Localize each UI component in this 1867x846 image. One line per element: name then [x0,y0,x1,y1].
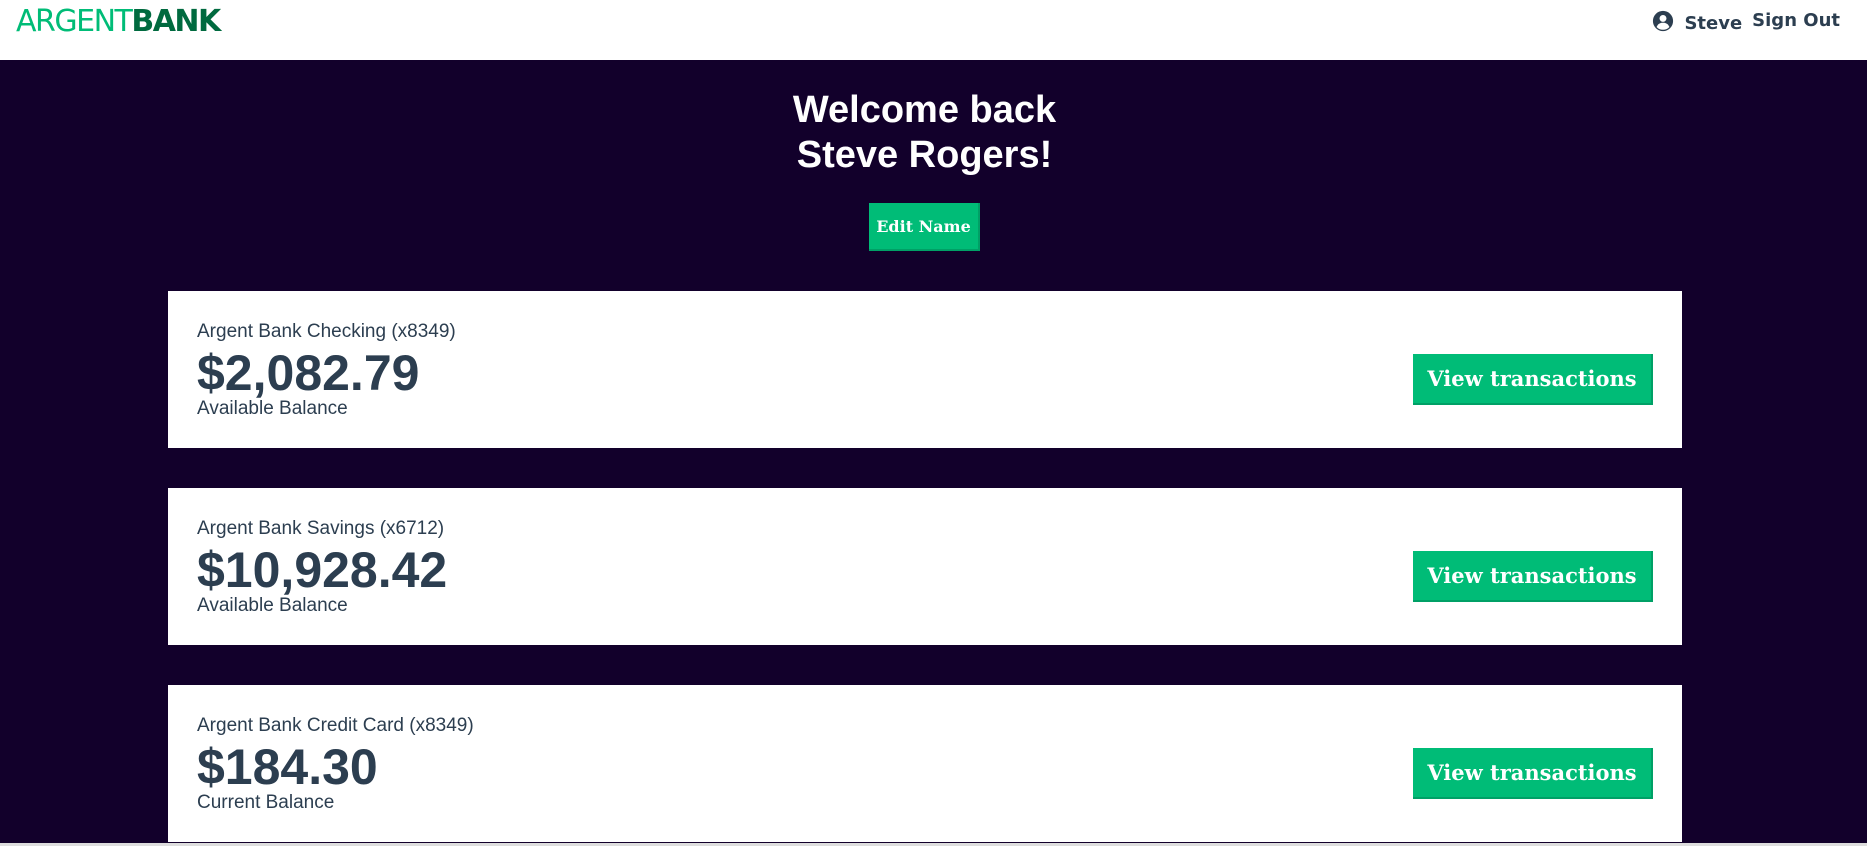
welcome-title: Welcome back Steve Rogers! [0,88,1849,178]
main-nav: ARGENTBANK Steve Sign Out [0,0,1867,60]
nav-user-area: Steve Sign Out [1652,8,1840,34]
account-amount-description: Current Balance [197,792,335,813]
view-transactions-button[interactable]: View transactions [1413,354,1653,405]
edit-name-button[interactable]: Edit Name [869,203,980,251]
account-credit-card: Argent Bank Credit Card (x8349) $184.30 … [168,685,1682,842]
account-amount-description: Available Balance [197,595,348,616]
account-title: Argent Bank Savings (x6712) [197,518,445,539]
account-amount: $184.30 [197,739,378,795]
nav-user-link[interactable]: Steve [1684,13,1742,34]
logo-argent-text: ARGENT [16,4,133,39]
sign-out-link[interactable]: Sign Out [1752,10,1840,31]
welcome-user-name: Steve Rogers! [796,134,1053,176]
account-title: Argent Bank Checking (x8349) [197,321,456,342]
welcome-header: Welcome back Steve Rogers! Edit Name [0,88,1849,251]
account-savings: Argent Bank Savings (x6712) $10,928.42 A… [168,488,1682,645]
account-amount: $2,082.79 [197,345,420,401]
welcome-line-1: Welcome back [792,89,1057,131]
account-title: Argent Bank Credit Card (x8349) [197,715,474,736]
user-circle-icon[interactable] [1652,10,1674,32]
view-transactions-button[interactable]: View transactions [1413,748,1653,799]
view-transactions-button[interactable]: View transactions [1413,551,1653,602]
account-amount-description: Available Balance [197,398,348,419]
account-amount: $10,928.42 [197,542,448,598]
argent-bank-logo[interactable]: ARGENTBANK [16,4,221,40]
account-checking: Argent Bank Checking (x8349) $2,082.79 A… [168,291,1682,448]
logo-bank-text: BANK [131,4,221,39]
